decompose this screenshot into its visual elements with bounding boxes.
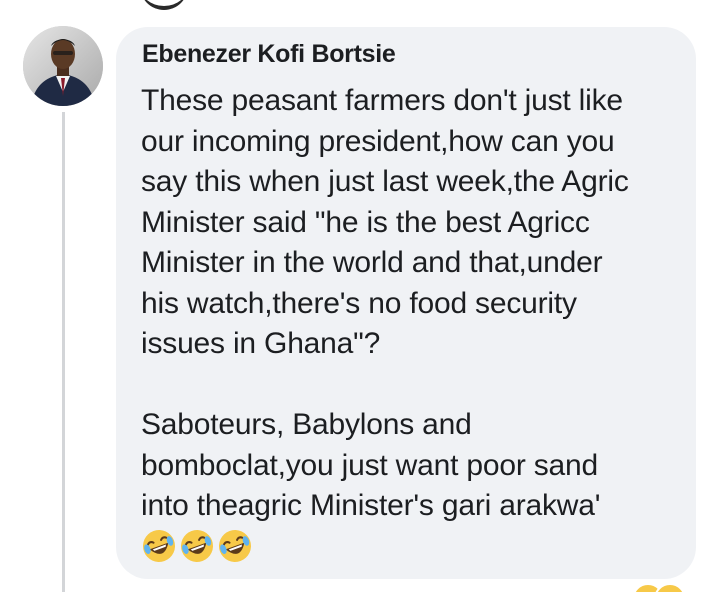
laughing-reaction-icon xyxy=(654,583,686,592)
avatar-photo xyxy=(23,26,103,106)
rolling-on-floor-laughing-icon xyxy=(219,530,251,562)
comment-text-line: his watch,there's no food security xyxy=(141,286,577,320)
previous-content-fragment xyxy=(140,0,188,10)
comment-thread: Ebenezer Kofi Bortsie These peasant farm… xyxy=(0,0,720,592)
comment-text-line: say this when just last week,the Agric xyxy=(141,165,629,198)
comment-text-line: These peasant farmers don't just like xyxy=(141,84,623,117)
comment-text-line: bomboclat,you just want poor sand xyxy=(141,448,599,482)
avatar[interactable] xyxy=(23,26,103,106)
comment-blank-line xyxy=(141,365,689,406)
comment-emoji-row xyxy=(141,528,253,564)
comment-text-line: our incoming president,how can you xyxy=(141,124,615,158)
comment-text: These peasant farmers don't just like ou… xyxy=(141,81,689,527)
comment-text-line: Saboteurs, Babylons and xyxy=(141,408,472,441)
rolling-on-floor-laughing-icon xyxy=(181,530,213,562)
comment-text-line: Minister said "he is the best Agricc xyxy=(141,205,590,239)
comment-text-line: Minister in the world and that,under xyxy=(141,246,603,279)
rolling-on-floor-laughing-icon xyxy=(143,530,175,562)
thread-line xyxy=(62,112,65,592)
comment-author-name[interactable]: Ebenezer Kofi Bortsie xyxy=(142,40,396,69)
comment-text-line: into theagric Minister's gari arakwa' xyxy=(141,489,601,522)
comment-text-line: issues in Ghana"? xyxy=(141,327,381,360)
reaction-summary[interactable] xyxy=(632,583,704,592)
